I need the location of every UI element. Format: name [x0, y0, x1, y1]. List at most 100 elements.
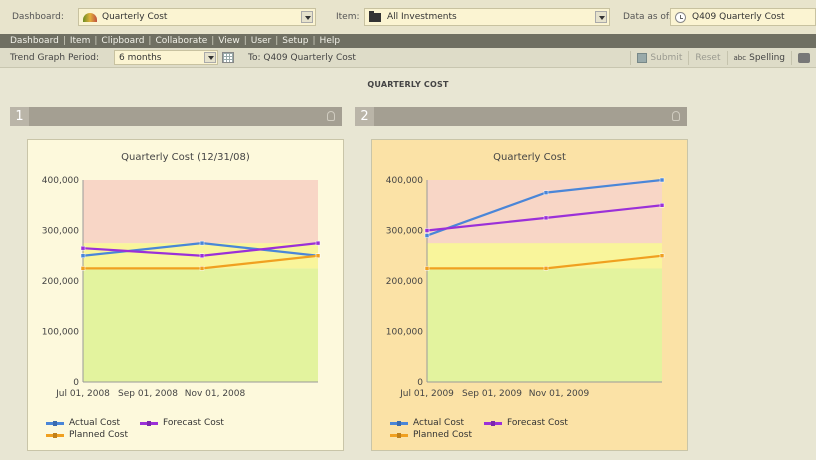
legend-swatch — [46, 421, 64, 425]
legend-swatch — [140, 421, 158, 425]
chevron-down-icon[interactable] — [595, 11, 607, 23]
chart-card-2: Quarterly Cost 0 100,000 200,000 300,000 400… — [371, 139, 688, 451]
trend-period-select[interactable]: 6 months — [114, 50, 218, 65]
x-tick-label: Nov 01, 2008 — [185, 389, 246, 399]
reset-button[interactable]: Reset — [688, 51, 726, 65]
band-red — [427, 180, 662, 244]
data-point — [659, 177, 665, 183]
menu-item[interactable]: Item — [70, 36, 91, 46]
legend-label: Planned Cost — [69, 430, 128, 440]
trend-period-value: 6 months — [119, 53, 162, 63]
legend-swatch — [390, 421, 408, 425]
data-point — [543, 215, 549, 221]
legend-label: Forecast Cost — [507, 418, 568, 428]
y-tick-label: 200,000 — [386, 277, 423, 287]
item-select[interactable]: All Investments — [364, 8, 610, 26]
calendar-icon[interactable] — [222, 52, 234, 63]
spellcheck-icon: abc — [733, 54, 747, 62]
y-tick-label: 0 — [417, 378, 423, 388]
x-tick-label: Sep 01, 2008 — [118, 389, 178, 399]
chevron-down-icon[interactable] — [204, 52, 216, 63]
dashboard-label: Dashboard: — [12, 12, 64, 22]
legend-label: Forecast Cost — [163, 418, 224, 428]
legend-item-planned: Planned Cost — [46, 430, 128, 440]
lightbulb-icon[interactable] — [327, 111, 335, 121]
data-point — [424, 233, 430, 238]
to-period-label: To: Q409 Quarterly Cost — [248, 53, 356, 63]
data-point — [315, 253, 321, 258]
data-point — [424, 228, 430, 233]
panel-header-2: 2 — [355, 107, 687, 126]
sub-toolbar: Trend Graph Period: 6 months To: Q409 Qu… — [0, 48, 816, 68]
menu-setup[interactable]: Setup — [282, 36, 308, 46]
chart-1: 0 100,000 200,000 300,000 400,000 Jul 01, 200… — [42, 176, 321, 399]
legend-item-forecast: Forecast Cost — [484, 418, 568, 428]
panel-number: 1 — [10, 107, 29, 126]
legend-label: Actual Cost — [413, 418, 465, 428]
data-point — [199, 266, 205, 271]
submit-button[interactable]: Submit — [630, 51, 688, 65]
legend-label: Actual Cost — [69, 418, 121, 428]
legend-item-forecast: Forecast Cost — [140, 418, 224, 428]
reset-label: Reset — [695, 53, 721, 63]
legend-swatch — [484, 421, 502, 425]
y-tick-label: 300,000 — [386, 227, 423, 237]
trend-period-label: Trend Graph Period: — [10, 53, 100, 63]
printer-icon — [798, 53, 810, 63]
legend-label: Planned Cost — [413, 430, 472, 440]
legend-item-planned: Planned Cost — [390, 430, 472, 440]
chart-card-1: Quarterly Cost (12/31/08) 0 100,000 200,00… — [27, 139, 344, 451]
legend-item-actual: Actual Cost — [390, 418, 464, 428]
data-point — [315, 240, 321, 246]
print-button[interactable] — [791, 51, 816, 65]
spelling-button[interactable]: abc Spelling — [726, 51, 791, 65]
data-as-of-select[interactable]: Q409 Quarterly Cost — [670, 8, 816, 26]
dashboard-select-value: Quarterly Cost — [102, 12, 168, 22]
data-point — [80, 266, 86, 271]
data-point — [199, 253, 205, 258]
data-point — [80, 245, 86, 251]
menu-help[interactable]: Help — [320, 36, 341, 46]
item-label: Item: — [336, 12, 360, 22]
folder-icon — [369, 10, 381, 22]
dashboard-select[interactable]: Quarterly Cost — [78, 8, 316, 26]
submit-label: Submit — [650, 53, 683, 63]
band-yellow — [427, 243, 662, 269]
menu-dashboard[interactable]: Dashboard — [10, 36, 59, 46]
menu-user[interactable]: User — [251, 36, 272, 46]
gauge-icon — [83, 12, 97, 22]
y-tick-label: 400,000 — [386, 176, 423, 186]
data-point — [543, 266, 549, 271]
data-point — [659, 253, 665, 258]
data-as-of-value: Q409 Quarterly Cost — [692, 12, 785, 22]
y-tick-label: 300,000 — [42, 227, 79, 237]
y-tick-label: 0 — [73, 378, 79, 388]
data-point — [543, 190, 549, 195]
chevron-down-icon[interactable] — [301, 11, 313, 23]
menu-collaborate[interactable]: Collaborate — [155, 36, 207, 46]
x-tick-label: Sep 01, 2009 — [462, 389, 522, 399]
data-point — [199, 240, 205, 246]
band-green — [83, 268, 318, 382]
menu-clipboard[interactable]: Clipboard — [101, 36, 144, 46]
x-tick-label: Jul 01, 2008 — [55, 389, 110, 399]
data-point — [424, 266, 430, 271]
data-as-of-label: Data as of: — [623, 12, 672, 22]
chart-2: 0 100,000 200,000 300,000 400,000 Jul 01, 200… — [386, 176, 665, 399]
panel-number: 2 — [355, 107, 374, 126]
legend-swatch — [46, 433, 64, 437]
item-select-value: All Investments — [387, 12, 457, 22]
save-icon — [637, 53, 648, 63]
page-title: QUARTERLY COST — [367, 80, 449, 89]
menu-view[interactable]: View — [218, 36, 239, 46]
top-toolbar: Dashboard: Quarterly Cost Item: All Inve… — [0, 0, 816, 34]
lightbulb-icon[interactable] — [672, 111, 680, 121]
x-tick-label: Nov 01, 2009 — [529, 389, 590, 399]
menu-bar: Dashboard | Item | Clipboard | Collaborate |… — [0, 34, 816, 48]
data-point — [80, 253, 86, 258]
panel-header-1: 1 — [10, 107, 342, 126]
spelling-label: Spelling — [749, 53, 785, 63]
band-green — [427, 268, 662, 382]
y-tick-label: 400,000 — [42, 176, 79, 186]
clock-icon — [675, 11, 686, 23]
